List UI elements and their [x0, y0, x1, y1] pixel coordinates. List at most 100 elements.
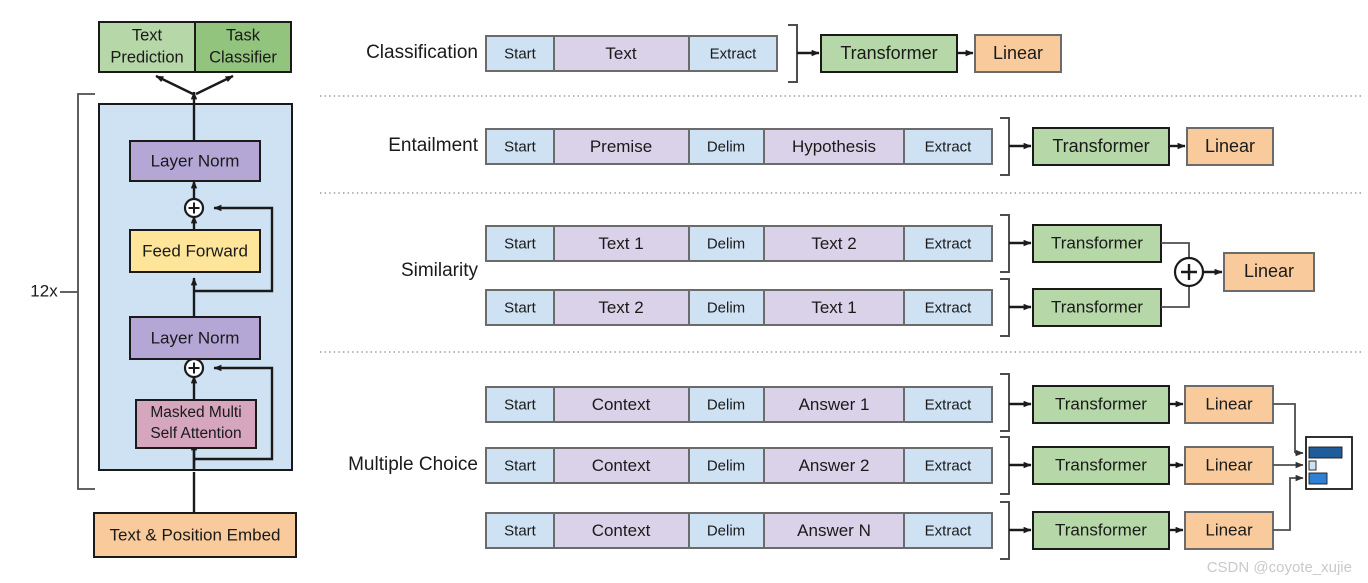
token-sequence-mc-1[interactable]: Start Context Delim Answer 1 Extract	[485, 386, 993, 423]
repeat-bracket	[60, 93, 95, 490]
transformer-label: Transformer	[1055, 520, 1147, 539]
sequence-bracket	[1000, 436, 1010, 495]
transformer-label: Transformer	[1051, 233, 1143, 252]
transformer-label: Transformer	[1055, 394, 1147, 413]
block-text-position-embed[interactable]: Text & Position Embed	[93, 512, 297, 558]
token-label: Text 2	[811, 234, 856, 253]
head-label: Linear	[1205, 520, 1253, 539]
block-layer-norm-bottom[interactable]: Layer Norm	[129, 316, 261, 360]
output-distribution-chart	[1305, 436, 1353, 490]
head-label: Linear	[1244, 261, 1294, 281]
head-label: Linear	[1205, 455, 1253, 474]
head-label: Linear	[1205, 394, 1253, 413]
token-label: Answer N	[797, 521, 871, 540]
block-feed-forward[interactable]: Feed Forward	[129, 229, 261, 273]
output-bar-1	[1308, 446, 1343, 459]
head-text-prediction[interactable]: Text Prediction	[98, 21, 196, 73]
head-linear-similarity[interactable]: Linear	[1223, 252, 1315, 292]
token-label: Delim	[707, 457, 745, 474]
residual-add-node-feedforward	[183, 197, 205, 219]
token-label: Extract	[925, 299, 973, 316]
transformer-similarity-a[interactable]: Transformer	[1032, 224, 1162, 263]
repeat-count-label: 12x	[30, 281, 58, 300]
transformer-label: Transformer	[840, 43, 937, 63]
token-sequence-similarity-b[interactable]: Start Text 2 Delim Text 1 Extract	[485, 289, 993, 326]
token-label: Extract	[925, 396, 973, 413]
token-label: Start	[504, 396, 537, 413]
token-label: Start	[504, 45, 537, 62]
block-masked-attention[interactable]: Masked Multi Self Attention	[135, 399, 257, 449]
token-label: Extract	[925, 138, 973, 155]
token-label: Extract	[710, 45, 758, 62]
token-label: Text 1	[598, 234, 643, 253]
head-label: Linear	[1205, 136, 1255, 156]
task-label-classification: Classification	[366, 42, 478, 63]
head-linear-mc-2[interactable]: Linear	[1184, 446, 1274, 485]
merge-line-top	[1161, 242, 1190, 258]
task-row-multiple-choice: Start Context Delim Answer 1 Extract Tra…	[485, 373, 1353, 560]
block-layer-norm-top-label: Layer Norm	[151, 151, 240, 170]
arrow-to-task-classifier	[195, 74, 234, 96]
sequence-bracket	[1000, 278, 1010, 337]
block-masked-attention-line2: Self Attention	[150, 425, 241, 442]
token-sequence-mc-3[interactable]: Start Context Delim Answer N Extract	[485, 512, 993, 549]
transformer-entailment[interactable]: Transformer	[1032, 127, 1170, 166]
transformer-mc-3[interactable]: Transformer	[1032, 511, 1170, 550]
token-label: Delim	[707, 235, 745, 252]
token-sequence-entailment[interactable]: Start Premise Delim Hypothesis Extract	[485, 128, 993, 165]
sequence-bracket	[1000, 214, 1010, 273]
task-row-similarity: Start Text 1 Delim Text 2 Extract Transf…	[485, 214, 1315, 337]
head-linear-entailment[interactable]: Linear	[1186, 127, 1274, 166]
transformer-similarity-b[interactable]: Transformer	[1032, 288, 1162, 327]
task-label-similarity: Similarity	[401, 260, 479, 281]
residual-add-node-attention	[183, 357, 205, 379]
watermark-text: CSDN @coyote_xujie	[1207, 559, 1352, 576]
head-label: Linear	[993, 43, 1043, 63]
token-label: Start	[504, 138, 537, 155]
task-row-classification: Start Text Extract Transformer Linear	[485, 24, 1062, 83]
token-label: Text 2	[598, 298, 643, 317]
head-linear-classification[interactable]: Linear	[974, 34, 1062, 73]
transformer-mc-2[interactable]: Transformer	[1032, 446, 1170, 485]
token-label: Extract	[925, 457, 973, 474]
token-label: Premise	[590, 137, 652, 156]
token-label: Answer 1	[799, 395, 870, 414]
token-label: Start	[504, 299, 537, 316]
sequence-bracket	[1000, 117, 1010, 176]
left-panel-architecture: Text Prediction Task Classifier 12x Laye…	[30, 21, 297, 558]
task-label-entailment: Entailment	[388, 135, 478, 156]
token-sequence-mc-2[interactable]: Start Context Delim Answer 2 Extract	[485, 447, 993, 484]
arrow-chart-3	[1273, 474, 1304, 531]
token-label: Extract	[925, 235, 973, 252]
token-label: Context	[592, 456, 651, 475]
transformer-mc-1[interactable]: Transformer	[1032, 385, 1170, 424]
token-label: Delim	[707, 522, 745, 539]
head-text-prediction-line2: Prediction	[110, 48, 183, 66]
block-text-position-embed-label: Text & Position Embed	[109, 525, 280, 544]
token-label: Text	[605, 44, 636, 63]
output-bar-3	[1308, 472, 1328, 485]
block-layer-norm-bottom-label: Layer Norm	[151, 328, 240, 347]
token-label: Delim	[707, 396, 745, 413]
diagram-canvas: Text Prediction Task Classifier 12x Laye…	[30, 21, 1362, 576]
head-linear-mc-3[interactable]: Linear	[1184, 511, 1274, 550]
block-layer-norm-top[interactable]: Layer Norm	[129, 140, 261, 182]
merge-line-bottom	[1161, 287, 1190, 308]
head-text-prediction-line1: Text	[132, 26, 163, 44]
head-task-classifier[interactable]: Task Classifier	[194, 21, 292, 73]
token-label: Start	[504, 457, 537, 474]
arrow-to-text-prediction	[155, 74, 194, 96]
token-sequence-similarity-a[interactable]: Start Text 1 Delim Text 2 Extract	[485, 225, 993, 262]
token-label: Hypothesis	[792, 137, 876, 156]
token-label: Start	[504, 235, 537, 252]
transformer-label: Transformer	[1051, 297, 1143, 316]
transformer-classification[interactable]: Transformer	[820, 34, 958, 73]
token-label: Start	[504, 522, 537, 539]
route-mc-1	[1273, 403, 1296, 453]
token-sequence-classification[interactable]: Start Text Extract	[485, 35, 778, 72]
head-task-classifier-line1: Task	[226, 26, 261, 44]
sequence-bracket	[788, 24, 798, 83]
similarity-sum-node	[1173, 256, 1205, 288]
head-linear-mc-1[interactable]: Linear	[1184, 385, 1274, 424]
token-label: Context	[592, 395, 651, 414]
